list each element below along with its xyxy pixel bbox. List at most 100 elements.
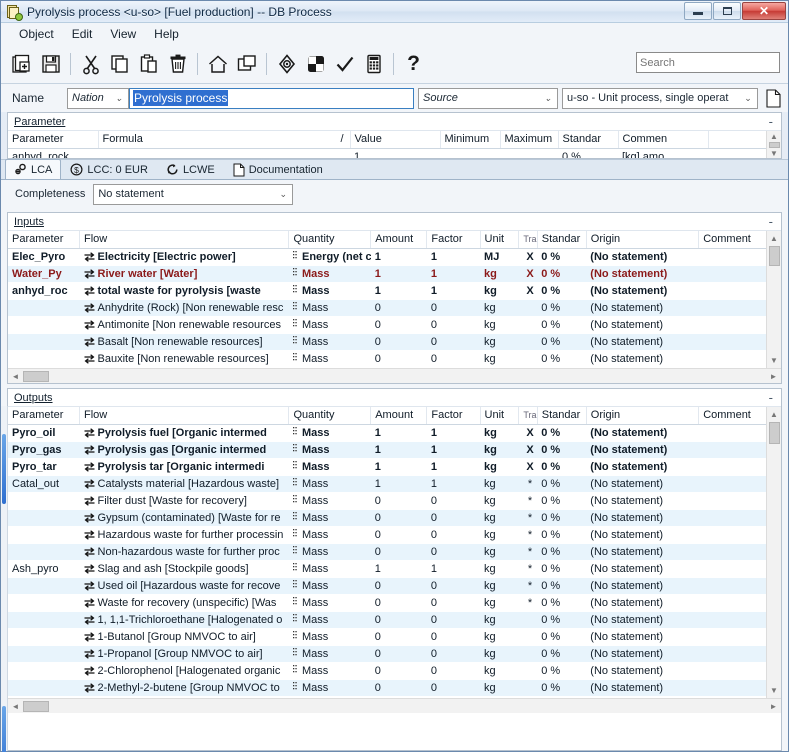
table-row[interactable]: 2-Chlorophenol [Halogenated organic Mass 0… (8, 662, 781, 679)
scroll-down-icon[interactable]: ▼ (767, 353, 782, 368)
language-select[interactable]: Nation ⌄ (67, 87, 129, 109)
parameter-vertical-scrollbar[interactable]: ▲ ▼ (766, 131, 782, 158)
table-row[interactable]: anhyd_rock 1 0 % [kg] amo (8, 148, 781, 159)
table-row[interactable]: 1, 1,1-Trichloroethane [Halogenated o Mas… (8, 611, 781, 628)
save-button[interactable] (36, 49, 65, 79)
scrollbar-thumb[interactable] (768, 141, 780, 149)
table-row[interactable]: 1-Propanol [Group NMVOC to air] Mass 0 0 kg 0… (8, 645, 781, 662)
table-row[interactable]: Catal_out Catalysts material [Hazardous w… (8, 475, 781, 492)
scroll-up-icon[interactable]: ▲ (767, 131, 782, 142)
copy-button[interactable] (105, 49, 134, 79)
table-row[interactable]: Antimonite [Non renewable resources Mass 0… (8, 316, 781, 333)
collapse-button[interactable]: - (765, 391, 777, 404)
scroll-down-icon[interactable]: ▼ (767, 683, 782, 698)
tab-lca[interactable]: LCA (5, 159, 62, 179)
table-row[interactable]: Gypsum (contaminated) [Waste for re Mass 0… (8, 509, 781, 526)
table-row[interactable]: Pyro_gas Pyrolysis gas [Organic intermed M… (8, 441, 781, 458)
completeness-select[interactable]: No statement ⌄ (93, 183, 294, 205)
collapse-button[interactable]: - (765, 115, 777, 128)
col-value[interactable]: Value (350, 131, 441, 149)
col-amount[interactable]: Amount (370, 407, 428, 425)
col-comment[interactable]: Commen (618, 131, 709, 149)
scrollbar-thumb[interactable] (768, 246, 780, 266)
name-input[interactable]: Pyrolysis process (129, 87, 414, 109)
table-row[interactable]: Elec_Pyro Electricity [Electric power] Ene… (8, 248, 781, 265)
col-amount[interactable]: Amount (370, 231, 428, 249)
home-button[interactable] (203, 49, 232, 79)
checkerboard-button[interactable] (301, 49, 330, 79)
close-button[interactable]: ✕ (742, 2, 786, 20)
col-maximum[interactable]: Maximum (500, 131, 559, 149)
col-factor[interactable]: Factor (426, 407, 481, 425)
table-row[interactable]: Non-hazardous waste for further proc Mass… (8, 543, 781, 560)
minimize-button[interactable] (684, 2, 712, 20)
scroll-up-icon[interactable]: ▲ (767, 407, 782, 422)
scrollbar-thumb[interactable] (23, 700, 49, 712)
col-parameter[interactable]: Parameter (8, 131, 99, 149)
table-row[interactable]: Ash_pyro Slag and ash [Stockpile goods] Ma… (8, 560, 781, 577)
menu-object[interactable]: Object (11, 25, 62, 43)
table-row[interactable]: Anhydrite (Rock) [Non renewable resc Mass… (8, 299, 781, 316)
help-button[interactable]: ? (399, 49, 428, 79)
tab-documentation[interactable]: Documentation (224, 159, 332, 179)
cut-button[interactable] (76, 49, 105, 79)
outputs-vertical-scrollbar[interactable]: ▲ ▼ (766, 407, 781, 698)
scroll-left-icon[interactable]: ◄ (8, 372, 23, 381)
document-button[interactable] (764, 87, 782, 110)
table-row[interactable]: Bauxite [Non renewable resources] Mass 0 0 k… (8, 350, 781, 367)
col-parameter[interactable]: Parameter (8, 231, 81, 249)
col-standard[interactable]: Standar (558, 131, 619, 149)
tab-lcwe[interactable]: LCWE (157, 159, 224, 179)
table-row[interactable]: anhyd_roc total waste for pyrolysis [wast… (8, 282, 781, 299)
table-row[interactable]: Used oil [Hazardous waste for recove Mass… (8, 577, 781, 594)
scrollbar-thumb[interactable] (768, 422, 780, 444)
search-box[interactable] (636, 52, 782, 73)
duplicate-window-button[interactable] (232, 49, 261, 79)
scroll-up-icon[interactable]: ▲ (767, 231, 782, 246)
paste-button[interactable] (134, 49, 163, 79)
col-factor[interactable]: Factor (426, 231, 481, 249)
target-button[interactable] (272, 49, 301, 79)
table-row[interactable]: Hazardous waste for further processin Mas… (8, 526, 781, 543)
col-origin[interactable]: Origin (586, 407, 700, 425)
maximize-button[interactable] (713, 2, 741, 20)
search-input[interactable] (640, 56, 782, 69)
scroll-left-icon[interactable]: ◄ (8, 702, 23, 711)
table-row[interactable]: 2-Methyl-2-butene [Group NMVOC to Mass 0 0 k… (8, 679, 781, 696)
scroll-right-icon[interactable]: ► (766, 372, 781, 381)
table-row[interactable]: 1-Butanol [Group NMVOC to air] Mass 0 0 kg 0 … (8, 628, 781, 645)
calculator-button[interactable] (359, 49, 388, 79)
col-unit[interactable]: Unit (480, 231, 520, 249)
col-minimum[interactable]: Minimum (440, 131, 501, 149)
check-button[interactable] (330, 49, 359, 79)
menu-help[interactable]: Help (146, 25, 187, 43)
col-unit[interactable]: Unit (480, 407, 520, 425)
scrollbar-thumb[interactable] (23, 370, 49, 382)
col-formula[interactable]: Formula / (98, 131, 351, 149)
table-row[interactable]: Pyro_oil Pyrolysis fuel [Organic intermed… (8, 424, 781, 441)
inputs-horizontal-scrollbar[interactable]: ◄ ► (8, 368, 781, 383)
col-flow[interactable]: Flow (79, 407, 290, 425)
col-standard[interactable]: Standar (537, 231, 587, 249)
menu-edit[interactable]: Edit (64, 25, 101, 43)
scroll-right-icon[interactable]: ► (766, 702, 781, 711)
table-row[interactable]: Waste for recovery (unspecific) [Was Mass… (8, 594, 781, 611)
col-flow[interactable]: Flow (79, 231, 290, 249)
col-tra[interactable]: Tra (518, 231, 538, 249)
table-row[interactable]: Water_Py River water [Water] Mass 1 1 kg X 0 %(… (8, 265, 781, 282)
col-parameter[interactable]: Parameter (8, 407, 81, 425)
tab-lcc[interactable]: $ LCC: 0 EUR (61, 159, 157, 179)
col-tra[interactable]: Tra (518, 407, 538, 425)
table-row[interactable]: Basalt [Non renewable resources] Mass 0 0 kg… (8, 333, 781, 350)
source-select[interactable]: Source ⌄ (418, 87, 558, 109)
col-standard[interactable]: Standar (537, 407, 587, 425)
collapse-button[interactable]: - (765, 215, 777, 228)
inputs-vertical-scrollbar[interactable]: ▲ ▼ (766, 231, 781, 368)
outputs-horizontal-scrollbar[interactable]: ◄ ► (8, 698, 781, 713)
col-origin[interactable]: Origin (586, 231, 700, 249)
process-type-select[interactable]: u-so - Unit process, single operat ⌄ (562, 87, 758, 109)
menu-view[interactable]: View (102, 25, 144, 43)
table-row[interactable]: Filter dust [Waste for recovery] Mass 0 0 kg… (8, 492, 781, 509)
table-row[interactable]: Pyro_tar Pyrolysis tar [Organic intermedi… (8, 458, 781, 475)
col-quantity[interactable]: Quantity (288, 407, 372, 425)
